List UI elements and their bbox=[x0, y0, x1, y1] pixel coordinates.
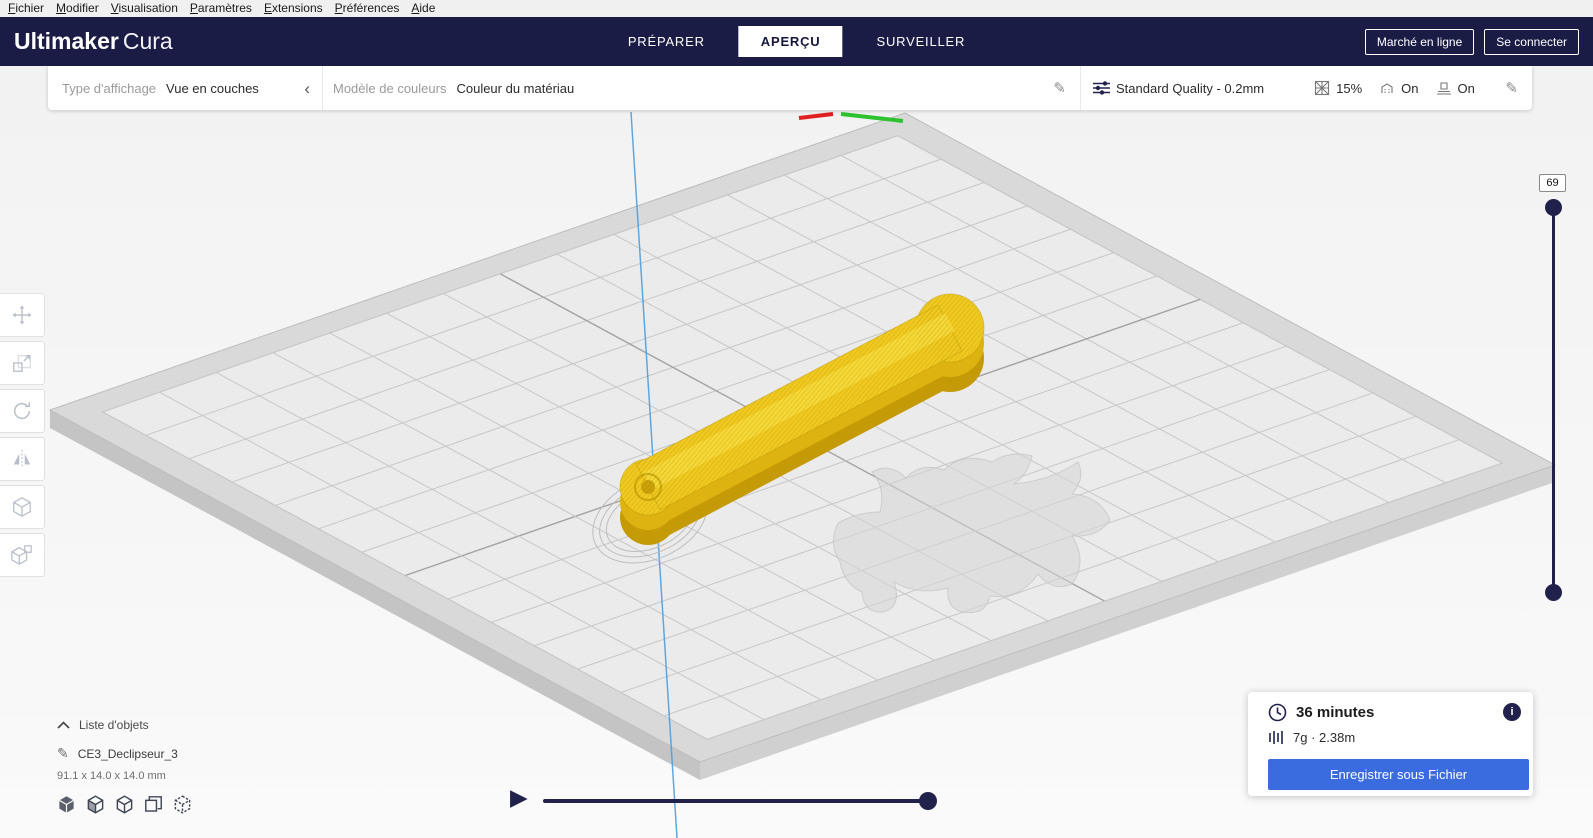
profile-group: Standard Quality - 0.2mm bbox=[1093, 81, 1264, 96]
support-group: On bbox=[1379, 80, 1419, 96]
cube-icon-5[interactable] bbox=[173, 795, 192, 814]
infill-group: 15% bbox=[1314, 80, 1362, 96]
save-to-file-button[interactable]: Enregistrer sous Fichier bbox=[1268, 759, 1529, 790]
rotate-icon bbox=[13, 402, 31, 420]
menu-parametres[interactable]: Paramètres bbox=[184, 0, 258, 17]
adhesion-icon bbox=[1436, 82, 1451, 95]
object-list-label: Liste d'objets bbox=[79, 718, 149, 732]
rename-pencil-icon[interactable]: ✎ bbox=[57, 745, 69, 762]
menu-fichier[interactable]: Fichier bbox=[2, 0, 50, 17]
color-scheme-label: Modèle de couleurs bbox=[333, 80, 447, 96]
print-time: 36 minutes bbox=[1296, 704, 1375, 721]
viewport-3d: Type d'affichage Vue en couches ‹ Modèle… bbox=[0, 66, 1593, 838]
support-value: On bbox=[1401, 80, 1419, 96]
clock-icon bbox=[1268, 703, 1287, 722]
color-scheme-value: Couleur du matériau bbox=[456, 80, 575, 96]
infill-value: 15% bbox=[1336, 80, 1363, 96]
tab-preparer[interactable]: PRÉPARER bbox=[606, 26, 727, 57]
info-icon[interactable]: i bbox=[1503, 703, 1521, 721]
menu-visualisation[interactable]: Visualisation bbox=[105, 0, 184, 17]
move-icon bbox=[12, 305, 32, 325]
adhesion-group: On bbox=[1436, 80, 1475, 96]
scale-icon bbox=[13, 354, 31, 372]
layer-slider-handle-bottom[interactable] bbox=[1545, 584, 1562, 601]
layer-slider-handle-top[interactable] bbox=[1545, 199, 1562, 216]
object-list-item[interactable]: ✎ CE3_Declipseur_3 bbox=[57, 745, 192, 762]
color-scheme-selector[interactable]: Modèle de couleurs Couleur du matériau ✎ bbox=[323, 66, 1080, 110]
rotate-tool-button[interactable] bbox=[0, 389, 45, 433]
stage-tabs: PRÉPARER APERÇU SURVEILLER bbox=[606, 17, 987, 66]
scale-tool-button[interactable] bbox=[0, 341, 45, 385]
play-icon[interactable]: ▶ bbox=[510, 786, 528, 809]
material-usage: 7g · 2.38m bbox=[1293, 730, 1356, 745]
logo-ultimaker: Ultimaker bbox=[14, 28, 119, 54]
layer-number-badge: 69 bbox=[1539, 174, 1566, 192]
app-header: Ultimaker Cura PRÉPARER APERÇU SURVEILLER… bbox=[0, 17, 1593, 66]
menu-bar: Fichier Modifier Visualisation Paramètre… bbox=[0, 0, 1593, 17]
tab-apercu[interactable]: APERÇU bbox=[738, 26, 843, 57]
simulation-slider-handle[interactable] bbox=[919, 792, 937, 810]
cube-icon-3[interactable] bbox=[115, 795, 134, 814]
object-icon-row bbox=[57, 795, 192, 814]
axis-x-red bbox=[798, 112, 834, 120]
support-icon bbox=[1381, 83, 1393, 93]
object-list-panel: Liste d'objets ✎ CE3_Declipseur_3 91.1 x… bbox=[57, 704, 192, 814]
display-type-selector[interactable]: Type d'affichage Vue en couches ‹ bbox=[48, 66, 322, 110]
simulation-slider-track[interactable] bbox=[543, 799, 929, 803]
menu-aide[interactable]: Aide bbox=[405, 0, 441, 17]
menu-extensions[interactable]: Extensions bbox=[258, 0, 329, 17]
mirror-icon bbox=[13, 449, 31, 469]
collapse-chevron-left-icon[interactable]: ‹ bbox=[304, 80, 310, 97]
print-settings-panel[interactable]: Standard Quality - 0.2mm 15% On On ✎ bbox=[1080, 66, 1532, 110]
print-summary-card: 36 minutes i 7g · 2.38m Enregistrer sous… bbox=[1248, 692, 1533, 796]
mirror-tool-button[interactable] bbox=[0, 437, 45, 481]
per-model-settings-button[interactable] bbox=[0, 485, 45, 529]
object-list-toggle[interactable]: Liste d'objets bbox=[57, 718, 192, 732]
cube-icon-2[interactable] bbox=[86, 795, 105, 814]
infill-icon bbox=[1315, 80, 1330, 96]
move-tool-button[interactable] bbox=[0, 293, 45, 337]
per-model-settings-icon bbox=[13, 497, 31, 517]
adhesion-value: On bbox=[1457, 80, 1475, 96]
support-blocker-button[interactable] bbox=[0, 533, 45, 577]
display-type-value: Vue en couches bbox=[166, 80, 259, 96]
object-name: CE3_Declipseur_3 bbox=[77, 746, 178, 761]
view-settings-bar: Type d'affichage Vue en couches ‹ Modèle… bbox=[48, 66, 1532, 110]
sign-in-button[interactable]: Se connecter bbox=[1484, 28, 1579, 55]
edit-print-settings-pencil-icon[interactable]: ✎ bbox=[1505, 79, 1518, 97]
menu-preferences[interactable]: Préférences bbox=[329, 0, 406, 17]
tool-column bbox=[0, 293, 45, 577]
chevron-up-icon bbox=[57, 721, 70, 729]
support-blocker-icon bbox=[11, 545, 32, 565]
profile-value: Standard Quality - 0.2mm bbox=[1116, 80, 1265, 96]
tab-surveiller[interactable]: SURVEILLER bbox=[854, 26, 987, 57]
menu-modifier[interactable]: Modifier bbox=[50, 0, 105, 17]
header-actions: Marché en ligne Se connecter bbox=[1364, 28, 1579, 55]
logo-cura: Cura bbox=[122, 28, 173, 54]
edit-view-pencil-icon[interactable]: ✎ bbox=[1053, 81, 1066, 96]
object-dimensions: 91.1 x 14.0 x 14.0 mm bbox=[57, 770, 166, 782]
cube-icon-1[interactable] bbox=[57, 795, 76, 814]
display-type-label: Type d'affichage bbox=[62, 80, 157, 96]
cube-icon-4[interactable] bbox=[144, 795, 163, 814]
layer-slider-track[interactable] bbox=[1552, 200, 1555, 600]
material-usage-icon bbox=[1269, 731, 1283, 744]
profile-sliders-icon bbox=[1093, 81, 1110, 95]
app-logo: Ultimaker Cura bbox=[14, 28, 173, 55]
marketplace-button[interactable]: Marché en ligne bbox=[1364, 28, 1475, 55]
